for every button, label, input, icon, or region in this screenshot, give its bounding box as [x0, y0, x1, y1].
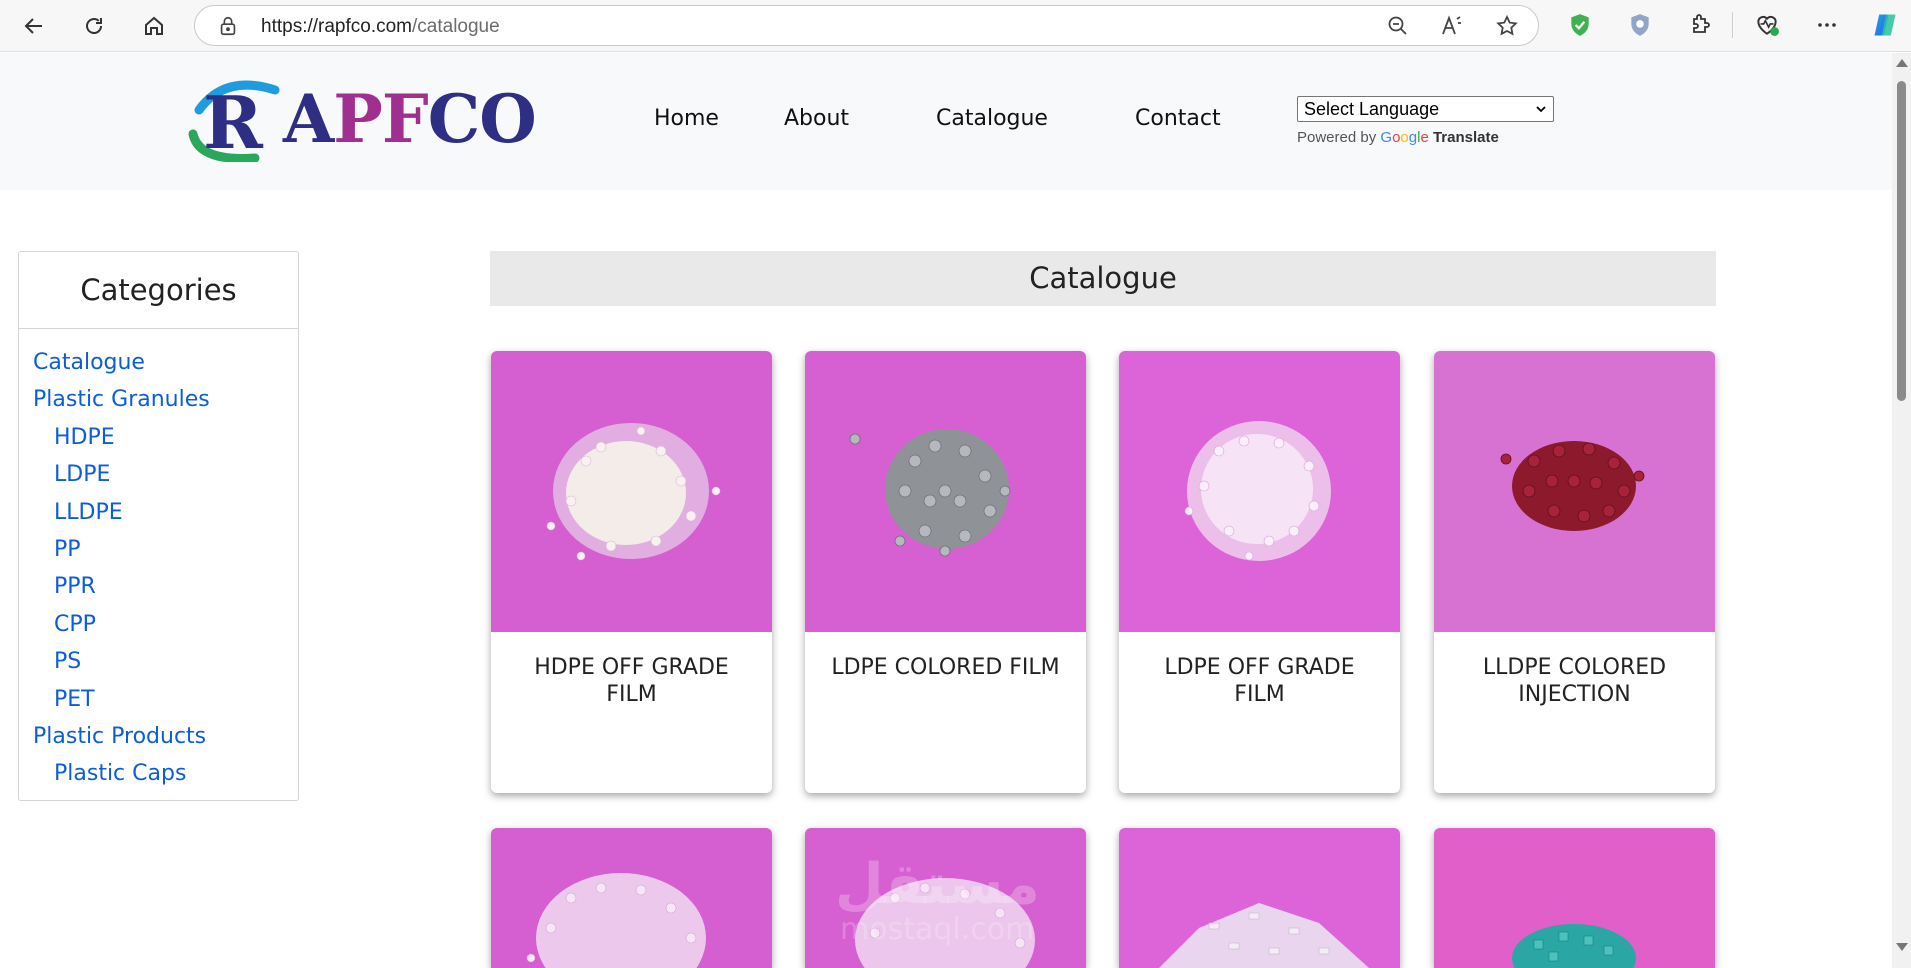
- catalogue-heading: Catalogue: [490, 251, 1716, 306]
- extensions-icon[interactable]: [1685, 10, 1715, 40]
- nav-catalogue[interactable]: Catalogue: [936, 106, 1048, 131]
- privacy-shield-icon[interactable]: [1625, 10, 1655, 40]
- product-image[interactable]: [1119, 828, 1400, 968]
- copilot-icon[interactable]: [1870, 10, 1900, 40]
- rapfco-logo[interactable]: R APFCO: [185, 80, 537, 162]
- categories-sidebar: Categories Catalogue Plastic Granules HD…: [18, 251, 299, 801]
- health-heart-icon[interactable]: [1752, 10, 1782, 40]
- back-icon[interactable]: [16, 8, 52, 44]
- product-card[interactable]: LLDPE COLORED INJECTION: [1434, 351, 1715, 793]
- site-header: R APFCO Home About Catalogue Contact Sel…: [0, 53, 1892, 190]
- category-hdpe[interactable]: HDPE: [54, 425, 115, 450]
- category-cpp[interactable]: CPP: [54, 612, 96, 637]
- zoom-out-icon[interactable]: [1386, 14, 1410, 38]
- category-pet[interactable]: PET: [54, 687, 95, 712]
- product-image[interactable]: [491, 828, 772, 968]
- product-card[interactable]: [1119, 828, 1400, 968]
- address-bar[interactable]: https://rapfco.com/catalogue: [194, 5, 1539, 46]
- chevron-down-icon: [1536, 106, 1546, 113]
- product-title[interactable]: LLDPE COLORED INJECTION: [1446, 654, 1703, 708]
- product-title[interactable]: LDPE COLORED FILM: [817, 654, 1074, 681]
- product-card[interactable]: HDPE OFF GRADE FILM: [491, 351, 772, 793]
- logo-wordmark: APFCO: [283, 80, 537, 158]
- url-text[interactable]: https://rapfco.com/catalogue: [261, 16, 500, 38]
- category-pp[interactable]: PP: [54, 537, 81, 562]
- watermark-url: mostaql.com: [840, 912, 1035, 947]
- google-logo[interactable]: Google: [1380, 129, 1428, 146]
- nav-home[interactable]: Home: [654, 106, 719, 131]
- language-select[interactable]: Select Language: [1297, 96, 1554, 122]
- category-ppr[interactable]: PPR: [54, 574, 96, 599]
- reload-icon[interactable]: [76, 8, 112, 44]
- browser-toolbar: https://rapfco.com/catalogue: [0, 0, 1911, 52]
- nav-about[interactable]: About: [784, 106, 849, 131]
- home-icon[interactable]: [136, 8, 172, 44]
- product-card[interactable]: [1434, 828, 1715, 968]
- product-image[interactable]: [1434, 828, 1715, 968]
- nav-contact[interactable]: Contact: [1135, 106, 1221, 131]
- more-icon[interactable]: [1812, 10, 1842, 40]
- product-image[interactable]: [491, 351, 772, 632]
- category-lldpe[interactable]: LLDPE: [54, 500, 123, 525]
- category-plastic-caps[interactable]: Plastic Caps: [54, 761, 186, 786]
- shield-check-icon[interactable]: [1565, 10, 1595, 40]
- category-plastic-products[interactable]: Plastic Products: [33, 724, 206, 749]
- read-aloud-icon[interactable]: [1440, 14, 1464, 38]
- translate-link[interactable]: Translate: [1433, 129, 1499, 146]
- google-translate-attribution: Powered by Google Translate: [1297, 129, 1499, 146]
- product-title[interactable]: HDPE OFF GRADE FILM: [503, 654, 760, 708]
- category-ps[interactable]: PS: [54, 649, 81, 674]
- product-title[interactable]: LDPE OFF GRADE FILM: [1131, 654, 1388, 708]
- product-image[interactable]: [1434, 351, 1715, 632]
- lock-icon[interactable]: [217, 15, 239, 37]
- toolbar-separator: [1732, 12, 1733, 38]
- watermark: مستقل: [835, 852, 1040, 917]
- category-plastic-granules[interactable]: Plastic Granules: [33, 387, 210, 412]
- category-ldpe[interactable]: LDPE: [54, 462, 110, 487]
- product-card[interactable]: LDPE COLORED FILM: [805, 351, 1086, 793]
- scroll-down-icon[interactable]: [1896, 943, 1908, 951]
- page-scrollbar[interactable]: [1892, 53, 1911, 968]
- product-card[interactable]: [491, 828, 772, 968]
- product-image[interactable]: [1119, 351, 1400, 632]
- svg-text:R: R: [203, 80, 264, 162]
- scroll-up-icon[interactable]: [1896, 59, 1908, 67]
- category-catalogue[interactable]: Catalogue: [33, 350, 145, 375]
- sidebar-title: Categories: [19, 252, 298, 329]
- product-card[interactable]: LDPE OFF GRADE FILM: [1119, 351, 1400, 793]
- product-image[interactable]: [805, 351, 1086, 632]
- scroll-thumb[interactable]: [1897, 81, 1906, 401]
- favorite-star-icon[interactable]: [1495, 14, 1519, 38]
